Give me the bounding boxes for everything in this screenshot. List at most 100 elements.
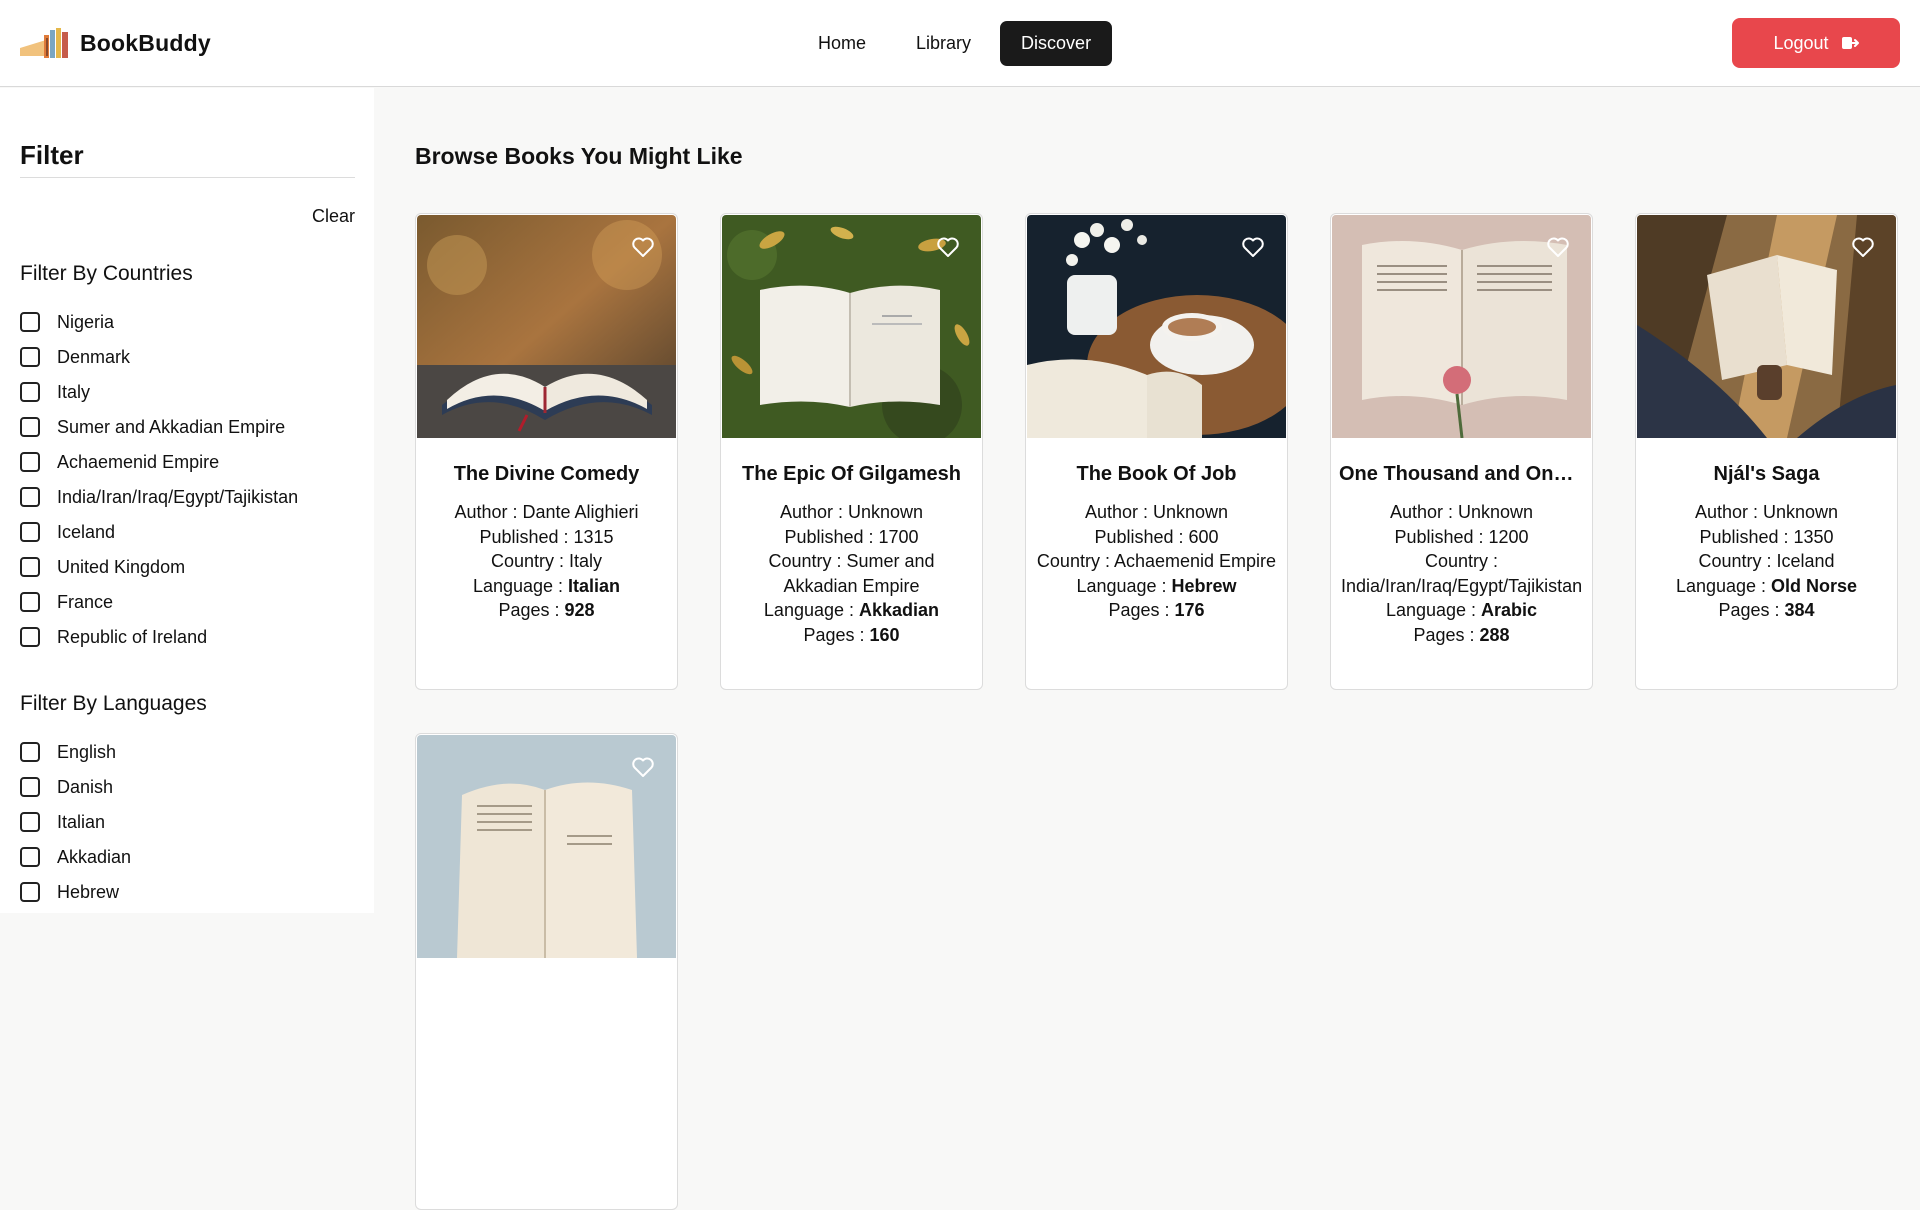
checkbox[interactable] bbox=[20, 742, 40, 762]
book-details: Author : Unknown Published : 1200 Countr… bbox=[1341, 500, 1582, 647]
book-pages: Pages : 384 bbox=[1718, 600, 1815, 620]
language-option-label: Akkadian bbox=[57, 847, 132, 867]
favorite-heart-icon[interactable] bbox=[936, 236, 960, 258]
checkbox[interactable] bbox=[20, 777, 40, 797]
book-published: Published : 1315 bbox=[479, 526, 614, 547]
country-option[interactable]: United Kingdom bbox=[20, 555, 298, 590]
book-card[interactable]: Njál's Saga Author : Unknown Published :… bbox=[1635, 213, 1898, 690]
country-option-label: Sumer and Akkadian Empire bbox=[57, 417, 286, 437]
language-option-label: Hebrew bbox=[57, 882, 120, 902]
languages-filter-title: Filter By Languages bbox=[20, 692, 207, 715]
book-card[interactable] bbox=[415, 733, 678, 1210]
language-option[interactable]: Akkadian bbox=[20, 845, 131, 880]
country-option[interactable]: India/Iran/Iraq/Egypt/Tajikistan bbox=[20, 485, 298, 520]
book-details: Author : Unknown Published : 600 Country… bbox=[1036, 500, 1277, 623]
nav-home[interactable]: Home bbox=[797, 21, 887, 66]
checkbox[interactable] bbox=[20, 347, 40, 367]
logout-button[interactable]: Logout bbox=[1732, 18, 1900, 68]
logout-label: Logout bbox=[1773, 32, 1829, 53]
book-title: One Thousand and One Nights bbox=[1339, 463, 1584, 485]
nav-library[interactable]: Library bbox=[895, 21, 992, 66]
country-option[interactable]: Denmark bbox=[20, 345, 298, 380]
checkbox[interactable] bbox=[20, 417, 40, 437]
book-published: Published : 1700 bbox=[784, 526, 919, 547]
brand-name: BookBuddy bbox=[80, 29, 211, 56]
language-option-label: English bbox=[57, 742, 117, 762]
book-published: Published : 1200 bbox=[1394, 526, 1529, 547]
country-option-label: Denmark bbox=[57, 347, 131, 367]
country-option-label: Iceland bbox=[57, 522, 116, 542]
favorite-heart-icon[interactable] bbox=[631, 236, 655, 258]
book-country: Country : India/Iran/Iraq/Egypt/Tajikist… bbox=[1341, 551, 1583, 596]
country-option-label: Italy bbox=[57, 382, 91, 402]
main-nav: Home Library Discover bbox=[797, 21, 1120, 66]
checkbox[interactable] bbox=[20, 522, 40, 542]
book-details: Author : Dante Alighieri Published : 131… bbox=[426, 500, 667, 623]
book-pages: Pages : 160 bbox=[803, 624, 900, 645]
clear-filters-button[interactable]: Clear bbox=[312, 206, 355, 227]
brand[interactable]: BookBuddy bbox=[20, 26, 211, 60]
filter-sidebar: Filter Clear Filter By Countries Nigeria… bbox=[0, 88, 374, 913]
book-details: Author : Unknown Published : 1700 Countr… bbox=[731, 500, 972, 647]
favorite-heart-icon[interactable] bbox=[1546, 236, 1570, 258]
country-option-label: Nigeria bbox=[57, 312, 115, 332]
country-option[interactable]: Nigeria bbox=[20, 310, 298, 345]
country-option-label: Achaemenid Empire bbox=[57, 452, 220, 472]
country-option-label: United Kingdom bbox=[57, 557, 186, 577]
country-option[interactable]: France bbox=[20, 590, 298, 625]
countries-filter-title: Filter By Countries bbox=[20, 262, 193, 285]
country-option-label: India/Iran/Iraq/Egypt/Tajikistan bbox=[57, 487, 299, 507]
checkbox[interactable] bbox=[20, 312, 40, 332]
countries-filter-list: Nigeria Denmark Italy Sumer and Akkadian… bbox=[20, 310, 298, 660]
checkbox[interactable] bbox=[20, 452, 40, 472]
language-option[interactable]: English bbox=[20, 740, 131, 775]
filter-title: Filter bbox=[20, 140, 355, 178]
country-option[interactable]: Iceland bbox=[20, 520, 298, 555]
country-option[interactable]: Sumer and Akkadian Empire bbox=[20, 415, 298, 450]
page-title: Browse Books You Might Like bbox=[415, 143, 743, 169]
country-option[interactable]: Italy bbox=[20, 380, 298, 415]
favorite-heart-icon[interactable] bbox=[631, 756, 655, 778]
language-option[interactable]: Danish bbox=[20, 775, 131, 810]
top-header: BookBuddy Home Library Discover Logout bbox=[0, 0, 1920, 87]
checkbox[interactable] bbox=[20, 557, 40, 577]
book-card[interactable]: The Divine Comedy Author : Dante Alighie… bbox=[415, 213, 678, 690]
book-pages: Pages : 176 bbox=[1108, 600, 1205, 620]
book-language: Language : Old Norse bbox=[1675, 575, 1858, 596]
checkbox[interactable] bbox=[20, 487, 40, 507]
favorite-heart-icon[interactable] bbox=[1851, 236, 1875, 258]
country-option[interactable]: Republic of Ireland bbox=[20, 625, 298, 660]
book-country: Country : Iceland bbox=[1698, 551, 1835, 571]
book-title: Njál's Saga bbox=[1713, 463, 1820, 485]
language-option[interactable]: Hebrew bbox=[20, 880, 131, 913]
checkbox[interactable] bbox=[20, 882, 40, 902]
logout-icon bbox=[1841, 37, 1859, 49]
book-card[interactable]: One Thousand and One Nights Author : Unk… bbox=[1330, 213, 1593, 690]
book-author: Author : Unknown bbox=[1389, 502, 1534, 522]
checkbox[interactable] bbox=[20, 627, 40, 647]
book-language: Language : Hebrew bbox=[1076, 575, 1237, 596]
nav-discover[interactable]: Discover bbox=[1000, 21, 1113, 66]
language-option[interactable]: Italian bbox=[20, 810, 131, 845]
checkbox[interactable] bbox=[20, 812, 40, 832]
book-author: Author : Unknown bbox=[1084, 502, 1229, 522]
checkbox[interactable] bbox=[20, 592, 40, 612]
languages-filter-list: English Danish Italian Akkadian Hebrew bbox=[20, 740, 131, 913]
book-author: Author : Unknown bbox=[1694, 502, 1839, 522]
book-details: Author : Unknown Published : 1350 Countr… bbox=[1646, 500, 1887, 623]
language-option-label: Italian bbox=[57, 812, 106, 832]
country-option[interactable]: Achaemenid Empire bbox=[20, 450, 298, 485]
book-pages: Pages : 288 bbox=[1413, 624, 1510, 645]
country-option-label: France bbox=[57, 592, 114, 612]
book-card[interactable]: The Epic Of Gilgamesh Author : Unknown P… bbox=[720, 213, 983, 690]
book-card[interactable]: The Book Of Job Author : Unknown Publish… bbox=[1025, 213, 1288, 690]
books-logo-icon bbox=[20, 28, 68, 58]
checkbox[interactable] bbox=[20, 382, 40, 402]
book-country: Country : Sumer and Akkadian Empire bbox=[768, 551, 935, 596]
book-country: Country : Achaemenid Empire bbox=[1036, 551, 1277, 571]
favorite-heart-icon[interactable] bbox=[1241, 236, 1265, 258]
book-language: Language : Italian bbox=[472, 575, 621, 596]
language-option-label: Danish bbox=[57, 777, 114, 797]
checkbox[interactable] bbox=[20, 847, 40, 867]
book-published: Published : 600 bbox=[1094, 526, 1219, 547]
